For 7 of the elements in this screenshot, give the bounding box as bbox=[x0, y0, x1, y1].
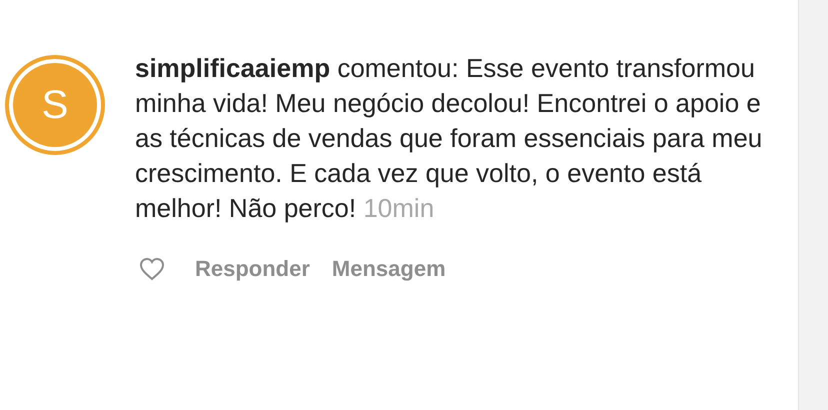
comment-text: simplificaaiemp comentou: Esse evento transformou minha vida! Meu negócio decolou! Encontrei o apoio e as técnicas de vendas que foram essenciais para meu crescimento. E cada vez que volto, o evento está melhor! Não perco! 10min bbox=[135, 52, 764, 225]
avatar[interactable]: S bbox=[5, 55, 105, 155]
message-button[interactable]: Mensagem bbox=[332, 252, 446, 285]
scrollbar[interactable] bbox=[798, 0, 828, 410]
heart-icon[interactable] bbox=[139, 256, 165, 280]
username-link[interactable]: simplificaaiemp bbox=[135, 53, 330, 83]
reply-button[interactable]: Responder bbox=[195, 252, 310, 285]
